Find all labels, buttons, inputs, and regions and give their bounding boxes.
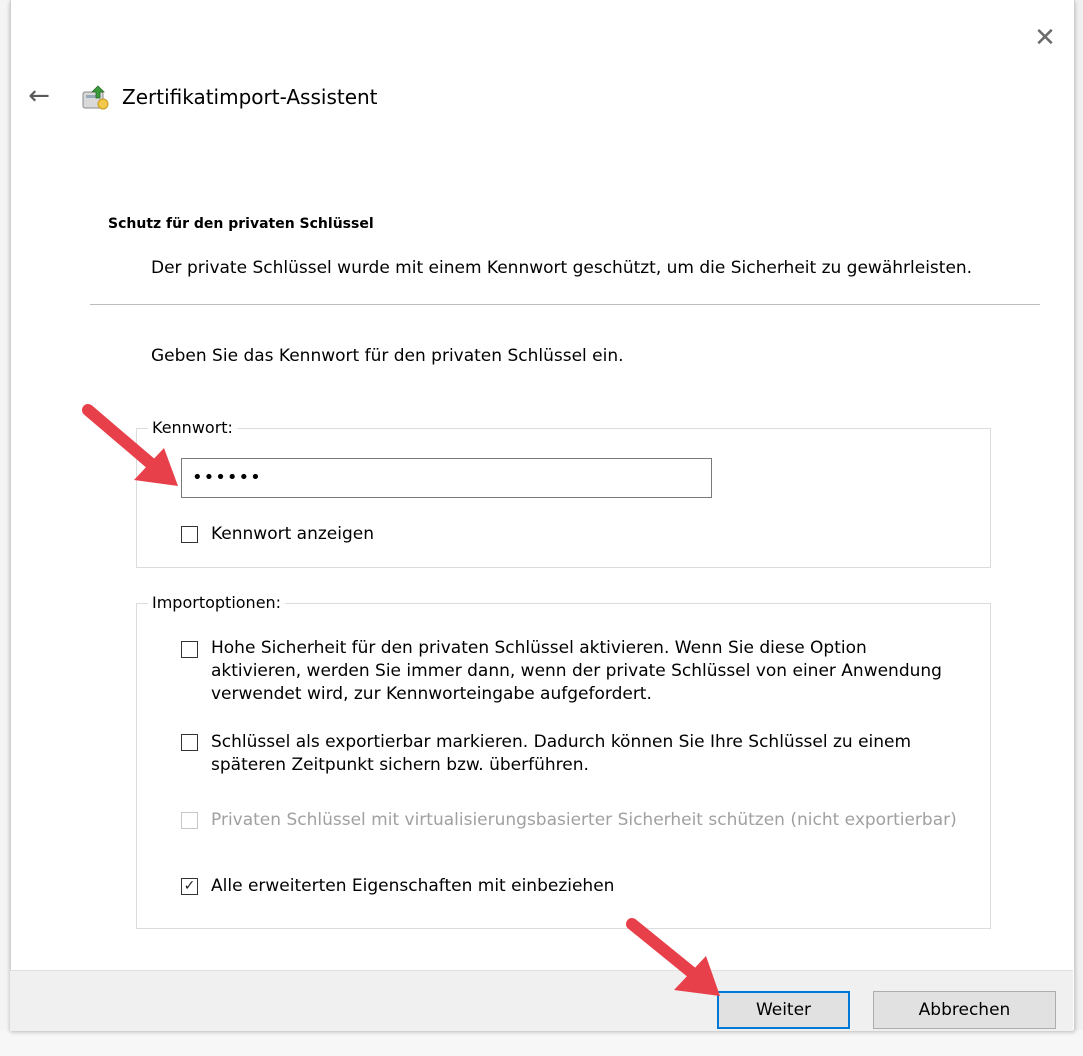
wizard-title: Zertifikatimport-Assistent (122, 85, 378, 109)
annotation-arrow-password (82, 404, 178, 486)
exportable-key-checkbox[interactable] (181, 734, 198, 751)
import-options-legend: Importoptionen: (148, 593, 286, 612)
vbs-protection-label: Privaten Schlüssel mit virtualisierungsb… (211, 810, 957, 830)
section-title: Schutz für den privaten Schlüssel (108, 216, 374, 232)
high-security-checkbox[interactable] (181, 641, 198, 658)
background-left (0, 0, 10, 1056)
back-arrow-icon[interactable]: ← (22, 78, 56, 114)
extended-properties-label[interactable]: Alle erweiterten Eigenschaften mit einbe… (211, 875, 961, 898)
password-prompt: Geben Sie das Kennwort für den privaten … (151, 346, 624, 366)
header-separator (90, 304, 1040, 305)
section-description: Der private Schlüssel wurde mit einem Ke… (151, 258, 973, 278)
certificate-wizard-icon (82, 85, 109, 110)
background-bottom (0, 1030, 1083, 1056)
password-groupbox (136, 428, 991, 568)
vbs-protection-checkbox (181, 812, 198, 829)
annotation-arrow-next (626, 918, 720, 996)
next-button[interactable]: Weiter (717, 991, 850, 1029)
high-security-label[interactable]: Hohe Sicherheit für den privaten Schlüss… (211, 637, 961, 706)
show-password-label[interactable]: Kennwort anzeigen (211, 523, 374, 546)
cancel-button[interactable]: Abbrechen (873, 991, 1056, 1029)
close-icon[interactable]: ✕ (1025, 20, 1065, 56)
password-field[interactable]: •••••• (181, 458, 712, 498)
extended-properties-checkbox[interactable]: ✓ (181, 878, 198, 895)
show-password-checkbox[interactable] (181, 526, 198, 543)
exportable-key-label[interactable]: Schlüssel als exportierbar markieren. Da… (211, 731, 961, 777)
